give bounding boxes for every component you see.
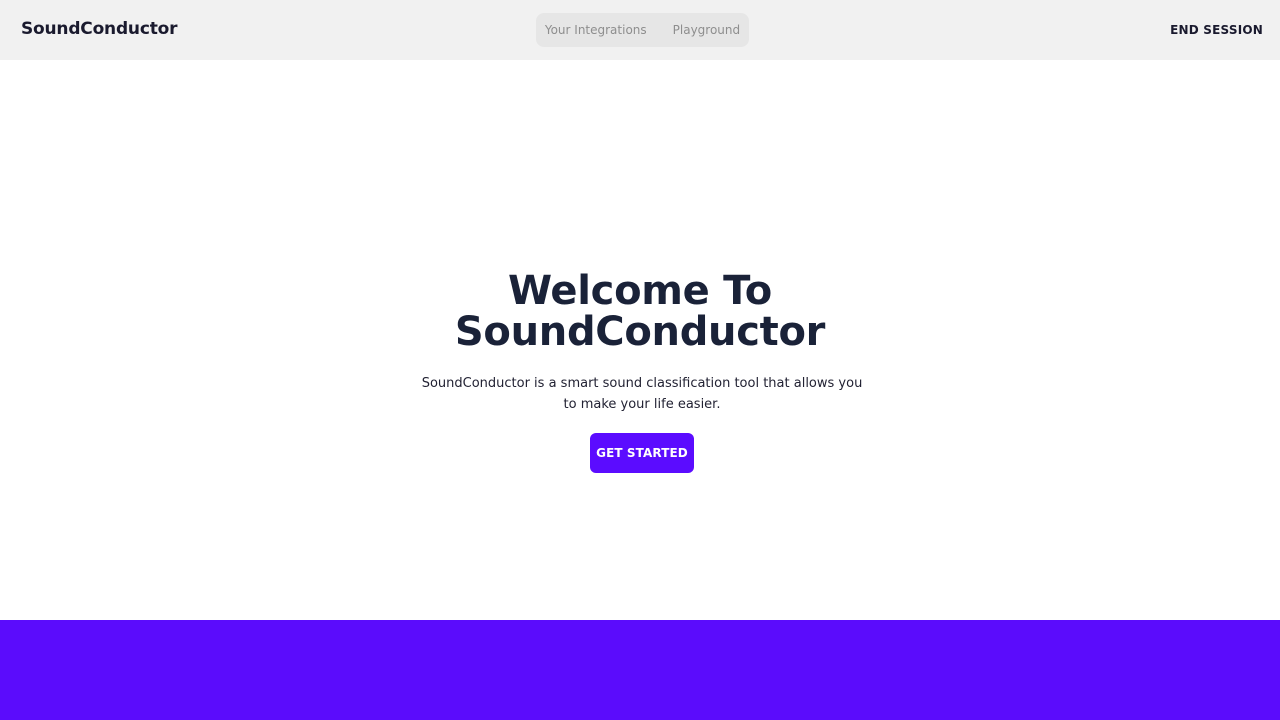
hero-title: Welcome To SoundConductor (340, 271, 940, 353)
nav-links-group: Your Integrations Playground (536, 13, 749, 47)
nav-link-playground[interactable]: Playground (673, 23, 740, 37)
brand-logo-link[interactable]: SoundConductor (21, 19, 177, 39)
get-started-button[interactable]: GET STARTED (590, 433, 694, 473)
top-navbar: SoundConductor Your Integrations Playgro… (0, 0, 1280, 60)
hero-title-line2: SoundConductor (454, 309, 826, 355)
hero-section: Welcome To SoundConductor SoundConductor… (0, 60, 1280, 620)
hero-description: SoundConductor is a smart sound classifi… (421, 376, 863, 412)
footer-accent-band (0, 620, 1280, 720)
nav-link-your-integrations[interactable]: Your Integrations (545, 23, 647, 37)
hero-title-line1: Welcome To (508, 268, 772, 314)
end-session-button[interactable]: END SESSION (1170, 23, 1263, 37)
